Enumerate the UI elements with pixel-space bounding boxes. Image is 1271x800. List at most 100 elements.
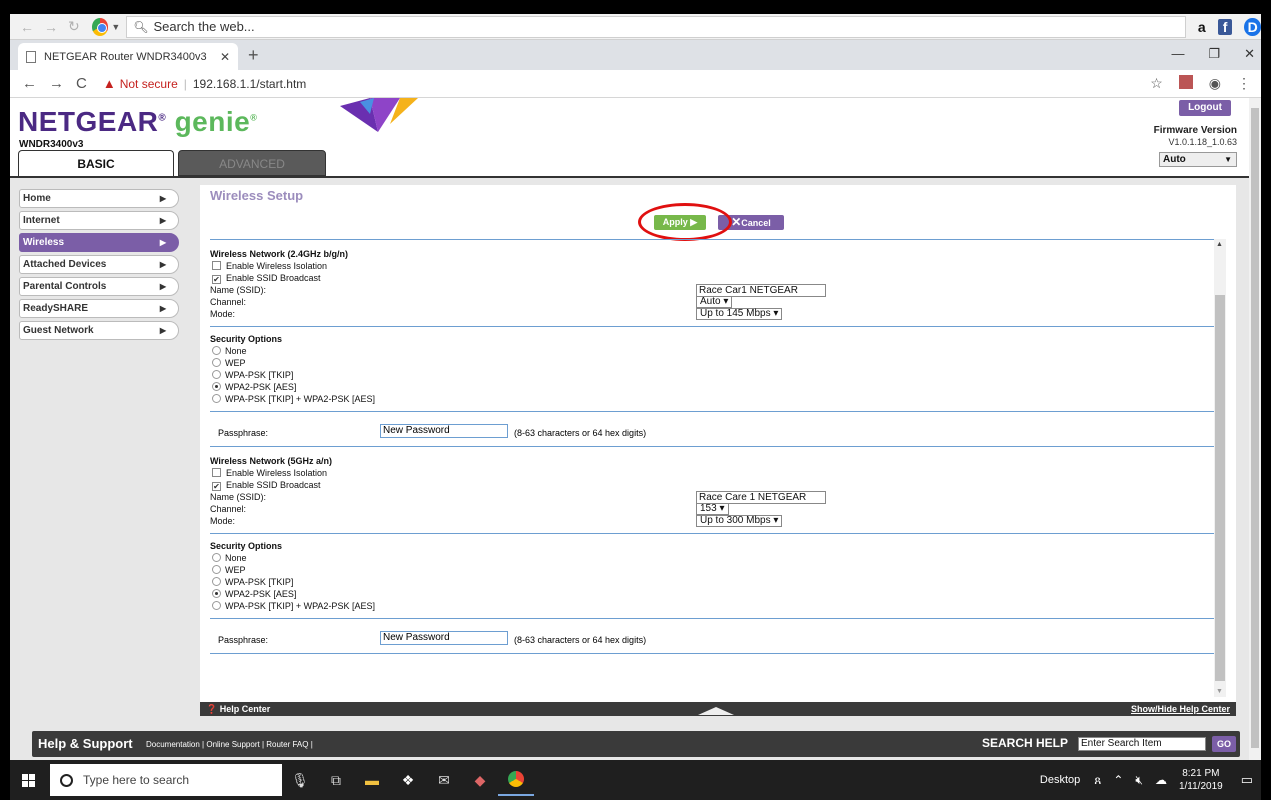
reload-icon[interactable]: C — [76, 75, 87, 92]
tab-advanced[interactable]: ADVANCED — [178, 150, 326, 176]
online-support-link[interactable]: Online Support — [206, 740, 259, 749]
security-option[interactable]: WEP — [210, 357, 1214, 369]
page-scroll-thumb[interactable] — [1251, 108, 1259, 748]
url-input[interactable]: 192.168.1.1/start.htm — [193, 77, 306, 91]
security-option[interactable]: WPA2-PSK [AES] — [210, 588, 1214, 600]
mail-icon[interactable]: ✉ — [426, 764, 462, 796]
apply-button[interactable]: Apply ▶ — [654, 215, 706, 230]
radio-none[interactable] — [212, 346, 221, 355]
taskbar-search-box[interactable]: Type here to search — [50, 764, 282, 796]
restore-icon[interactable]: ❐ — [1208, 46, 1220, 62]
tab-basic[interactable]: BASIC — [18, 150, 174, 176]
sidebar-item-parental-controls[interactable]: Parental Controls ▶ — [19, 277, 179, 296]
toolbar-forward-icon[interactable]: → — [44, 19, 58, 35]
security-option[interactable]: WPA-PSK [TKIP] + WPA2-PSK [AES] — [210, 600, 1214, 612]
back-icon[interactable]: ← — [22, 75, 37, 92]
pdf-extension-icon[interactable] — [1178, 75, 1193, 89]
passphrase-input[interactable]: New Password — [380, 631, 508, 645]
extension-d-icon[interactable]: D — [1244, 17, 1261, 36]
netgear-logo[interactable]: NETGEAR® genie® — [18, 106, 257, 138]
passphrase-input[interactable]: New Password — [380, 424, 508, 438]
new-tab-button[interactable]: + — [248, 45, 259, 66]
language-select[interactable]: Auto ▼ — [1159, 152, 1237, 167]
page-scrollbar[interactable] — [1249, 98, 1261, 760]
notification-icon[interactable]: ▭ — [1241, 772, 1253, 788]
security-option[interactable]: WPA-PSK [TKIP] — [210, 369, 1214, 381]
forward-icon[interactable]: → — [49, 75, 64, 92]
security-option[interactable]: WPA2-PSK [AES] — [210, 381, 1214, 393]
volume-muted-icon[interactable]: 🔇︎ — [1135, 773, 1143, 788]
chrome-taskbar-icon[interactable] — [498, 764, 534, 796]
channel-select[interactable]: Auto ▾ — [696, 296, 733, 308]
channel-select[interactable]: 153 ▾ — [696, 503, 729, 515]
help-center-link[interactable]: ❓ Help Center — [206, 702, 270, 716]
minimize-icon[interactable]: — — [1171, 46, 1184, 62]
file-explorer-icon[interactable]: ▬ — [354, 764, 390, 796]
desktop-toolbar[interactable]: Desktop — [1040, 774, 1080, 786]
start-button[interactable] — [10, 773, 46, 787]
cancel-button[interactable]: ✕Cancel — [718, 215, 784, 230]
mode-select[interactable]: Up to 145 Mbps ▾ — [696, 308, 783, 320]
sidebar-item-guest-network[interactable]: Guest Network ▶ — [19, 321, 179, 340]
radio-wep[interactable] — [212, 565, 221, 574]
amazon-icon[interactable]: a — [1198, 19, 1206, 35]
security-option[interactable]: None — [210, 345, 1214, 357]
chevron-down-icon[interactable]: ▼ — [111, 22, 120, 32]
sidebar-item-wireless[interactable]: Wireless ▶ — [19, 233, 179, 252]
security-option[interactable]: WPA-PSK [TKIP] + WPA2-PSK [AES] — [210, 393, 1214, 405]
radio-wpa-tkip[interactable] — [212, 370, 221, 379]
scroll-down-icon[interactable]: ▼ — [1216, 688, 1223, 695]
documentation-link[interactable]: Documentation — [146, 740, 200, 749]
clock[interactable]: 8:21 PM 1/11/2019 — [1179, 767, 1223, 793]
radio-none[interactable] — [212, 553, 221, 562]
mode-select[interactable]: Up to 300 Mbps ▾ — [696, 515, 783, 527]
ssid-broadcast-checkbox[interactable]: ✔ — [212, 275, 221, 284]
people-icon[interactable]: ጸ — [1094, 773, 1101, 788]
browser-tab[interactable]: NETGEAR Router WNDR3400v3 ✕ — [18, 43, 238, 70]
ssid-broadcast-checkbox[interactable]: ✔ — [212, 482, 221, 491]
scroll-up-icon[interactable]: ▲ — [1216, 241, 1223, 248]
facebook-icon[interactable]: f — [1217, 18, 1233, 35]
brand-graphic — [340, 98, 418, 132]
expand-arrow-icon[interactable] — [698, 707, 734, 715]
sidebar-item-readyshare[interactable]: ReadySHARE ▶ — [19, 299, 179, 318]
account-icon[interactable]: ◉ — [1209, 75, 1221, 92]
security-option[interactable]: WPA-PSK [TKIP] — [210, 576, 1214, 588]
go-button[interactable]: GO — [1212, 736, 1236, 752]
search-help-input[interactable]: Enter Search Item — [1078, 737, 1206, 751]
menu-icon[interactable]: ⋮ — [1237, 75, 1251, 92]
radio-wpa-tkip[interactable] — [212, 577, 221, 586]
logout-button[interactable]: Logout — [1179, 100, 1231, 116]
warning-icon[interactable]: ▲ — [103, 76, 116, 91]
router-faq-link[interactable]: Router FAQ — [266, 740, 308, 749]
show-hide-help-link[interactable]: Show/Hide Help Center — [1131, 702, 1230, 716]
radio-wpa2-aes[interactable] — [212, 589, 221, 598]
wireless-isolation-checkbox[interactable] — [212, 468, 221, 477]
toolbar-reload-icon[interactable]: ↻ — [68, 18, 80, 35]
toolbar-back-icon[interactable]: ← — [20, 19, 34, 35]
scroll-thumb[interactable] — [1215, 295, 1225, 681]
onedrive-icon[interactable]: ☁ — [1155, 773, 1167, 787]
radio-wpa-mixed[interactable] — [212, 394, 221, 403]
not-secure-label[interactable]: Not secure — [120, 77, 178, 91]
wireless-isolation-checkbox[interactable] — [212, 261, 221, 270]
web-search-input[interactable]: 🔍︎ Search the web... — [126, 15, 1186, 38]
window-close-icon[interactable]: ✕ — [1244, 46, 1255, 62]
sidebar-item-attached-devices[interactable]: Attached Devices ▶ — [19, 255, 179, 274]
task-view-icon[interactable]: ⧉ — [318, 764, 354, 796]
chevron-up-icon[interactable]: ⌃ — [1113, 773, 1123, 787]
app-icon[interactable]: ◆ — [462, 764, 498, 796]
sidebar-item-internet[interactable]: Internet ▶ — [19, 211, 179, 230]
security-option[interactable]: WEP — [210, 564, 1214, 576]
sidebar-item-home[interactable]: Home ▶ — [19, 189, 179, 208]
microphone-icon[interactable]: 🎙︎ — [282, 764, 318, 796]
security-option[interactable]: None — [210, 552, 1214, 564]
bookmark-star-icon[interactable]: ☆ — [1150, 75, 1163, 92]
radio-wep[interactable] — [212, 358, 221, 367]
close-icon[interactable]: ✕ — [220, 50, 230, 64]
radio-wpa2-aes[interactable] — [212, 382, 221, 391]
radio-wpa-mixed[interactable] — [212, 601, 221, 610]
form-scrollbar[interactable]: ▲ ▼ — [1214, 239, 1226, 697]
dropbox-icon[interactable]: ❖ — [390, 764, 426, 796]
google-icon[interactable] — [91, 17, 109, 36]
